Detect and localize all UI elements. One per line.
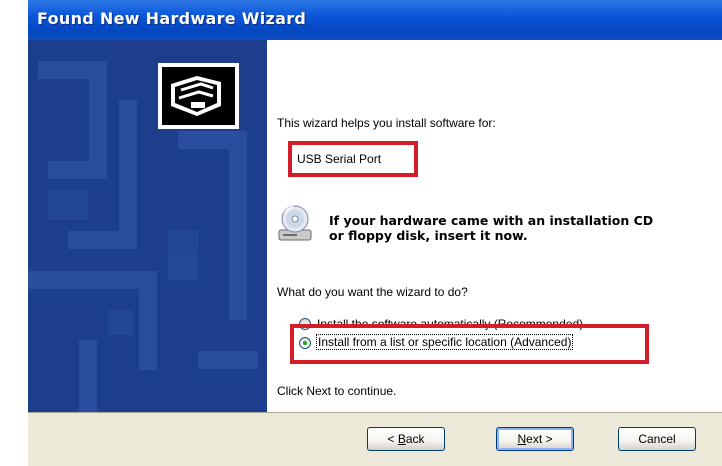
window-title: Found New Hardware Wizard xyxy=(37,9,307,28)
next-mnemonic: N xyxy=(517,432,527,446)
next-button[interactable]: Next > xyxy=(496,427,574,451)
back-rest: ack xyxy=(405,432,425,446)
option-install-from-list-label: Install from a list or specific location… xyxy=(315,334,574,350)
wizard-question: What do you want the wizard to do? xyxy=(277,285,468,299)
cd-drive-icon xyxy=(275,204,315,244)
cancel-button[interactable]: Cancel xyxy=(618,427,696,451)
device-name: USB Serial Port xyxy=(297,152,382,166)
button-bar: < Back Next > Cancel xyxy=(28,412,722,466)
cd-prompt-line-2: or floppy disk, insert it now. xyxy=(329,228,528,243)
hardware-wizard-icon xyxy=(157,62,240,130)
back-button[interactable]: < Back xyxy=(367,427,445,451)
wizard-content: This wizard helps you install software f… xyxy=(267,40,722,412)
wizard-side-panel xyxy=(28,40,267,412)
intro-text: This wizard helps you install software f… xyxy=(277,116,496,130)
continue-hint: Click Next to continue. xyxy=(277,384,397,398)
back-mnemonic: B xyxy=(397,432,406,446)
wizard-window: Found New Hardware Wizard This wizard he… xyxy=(0,0,722,466)
cd-prompt: If your hardware came with an installati… xyxy=(329,213,653,243)
radio-install-from-list[interactable] xyxy=(299,337,311,349)
next-rest: ext > xyxy=(526,432,553,446)
back-prefix: < xyxy=(387,432,398,446)
title-bar[interactable]: Found New Hardware Wizard xyxy=(28,0,722,40)
cd-prompt-line-1: If your hardware came with an installati… xyxy=(329,213,654,228)
